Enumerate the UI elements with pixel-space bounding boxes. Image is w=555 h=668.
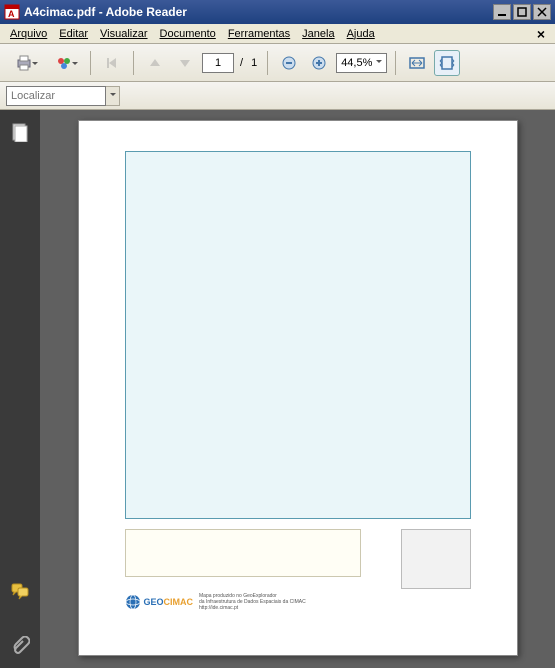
menu-ferramentas[interactable]: Ferramentas bbox=[222, 26, 296, 42]
page-total: 1 bbox=[249, 57, 259, 69]
zoom-level-dropdown[interactable]: 44,5% bbox=[336, 53, 387, 73]
page-down-button bbox=[172, 50, 198, 76]
toolbar-separator bbox=[395, 51, 396, 75]
page-number-input[interactable] bbox=[202, 53, 234, 73]
window-title: A4cimac.pdf - Adobe Reader bbox=[24, 5, 491, 19]
menu-arquivo[interactable]: Arquivo bbox=[4, 26, 53, 42]
page-footer: GEOCIMAC Mapa produzido no GeoExplorador… bbox=[125, 593, 471, 611]
comments-panel-icon[interactable] bbox=[10, 582, 30, 602]
page-separator: / bbox=[238, 57, 245, 69]
toolbar-separator bbox=[133, 51, 134, 75]
zoom-out-button[interactable] bbox=[276, 50, 302, 76]
menu-ajuda[interactable]: Ajuda bbox=[341, 26, 381, 42]
menu-documento[interactable]: Documento bbox=[154, 26, 222, 42]
minimize-button[interactable] bbox=[493, 4, 511, 20]
find-toolbar bbox=[0, 82, 555, 110]
geocimac-logo: GEOCIMAC bbox=[125, 594, 194, 610]
legend-box bbox=[125, 529, 361, 577]
document-viewport[interactable]: GEOCIMAC Mapa produzido no GeoExplorador… bbox=[40, 110, 555, 668]
menu-visualizar[interactable]: Visualizar bbox=[94, 26, 154, 42]
map-frame bbox=[125, 151, 471, 519]
pdf-page: GEOCIMAC Mapa produzido no GeoExplorador… bbox=[78, 120, 518, 656]
main-toolbar: / 1 44,5% bbox=[0, 44, 555, 82]
toolbar-separator bbox=[90, 51, 91, 75]
page-first-button bbox=[99, 50, 125, 76]
zoom-in-button[interactable] bbox=[306, 50, 332, 76]
menu-editar[interactable]: Editar bbox=[53, 26, 94, 42]
menu-janela[interactable]: Janela bbox=[296, 26, 340, 42]
app-icon: A bbox=[4, 4, 20, 20]
find-dropdown[interactable] bbox=[106, 86, 120, 106]
fit-page-button[interactable] bbox=[434, 50, 460, 76]
attachments-panel-icon[interactable] bbox=[10, 636, 30, 656]
page-up-button bbox=[142, 50, 168, 76]
content-area: GEOCIMAC Mapa produzido no GeoExplorador… bbox=[0, 110, 555, 668]
footer-text: Mapa produzido no GeoExplorador da Infra… bbox=[199, 593, 306, 611]
maximize-button[interactable] bbox=[513, 4, 531, 20]
find-input[interactable] bbox=[6, 86, 106, 106]
toolbar-separator bbox=[267, 51, 268, 75]
inset-map-box bbox=[401, 529, 471, 589]
window-titlebar: A A4cimac.pdf - Adobe Reader bbox=[0, 0, 555, 24]
pages-panel-icon[interactable] bbox=[10, 122, 30, 142]
navigation-sidebar bbox=[0, 110, 40, 668]
menubar-close-button[interactable]: × bbox=[531, 26, 551, 42]
menu-bar: Arquivo Editar Visualizar Documento Ferr… bbox=[0, 24, 555, 44]
print-button[interactable] bbox=[6, 50, 42, 76]
fit-width-button[interactable] bbox=[404, 50, 430, 76]
svg-text:A: A bbox=[8, 9, 15, 19]
collaborate-button[interactable] bbox=[46, 50, 82, 76]
close-button[interactable] bbox=[533, 4, 551, 20]
